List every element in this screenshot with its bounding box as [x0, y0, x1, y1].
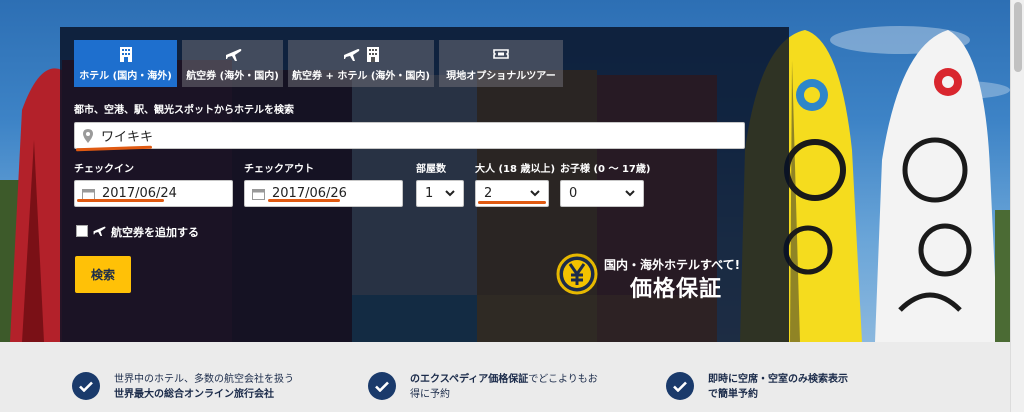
tab-hotel[interactable]: ホテル (国内・海外) — [74, 40, 177, 87]
checkmark-icon — [368, 372, 396, 400]
yen-badge-icon — [556, 253, 598, 295]
guarantee-title: 価格保証 — [630, 277, 723, 302]
feature-1-line2: 世界最大の総合オンライン旅行会社 — [114, 389, 274, 400]
chevron-down-icon — [530, 190, 540, 197]
rooms-label: 部屋数 — [416, 164, 446, 175]
destination-value: ワイキキ — [101, 130, 154, 145]
feature-2-line2: 得に予約 — [410, 389, 450, 400]
scrollbar-thumb[interactable] — [1014, 2, 1022, 72]
checkmark-icon — [72, 372, 100, 400]
adults-value: 2 — [484, 186, 493, 201]
annotation-underline — [478, 201, 546, 204]
tab-flight-label: 航空券 (海外・国内) — [186, 71, 279, 82]
plane-icon — [344, 49, 360, 61]
search-button[interactable]: 検索 — [75, 256, 131, 293]
chevron-down-icon — [625, 190, 635, 197]
tab-flight[interactable]: 航空券 (海外・国内) — [182, 40, 283, 87]
tab-flight-hotel-label: 航空券 + ホテル (海外・国内) — [292, 71, 430, 82]
calendar-icon — [252, 188, 265, 200]
ticket-icon — [493, 49, 509, 59]
checkin-date-field[interactable]: 2017/06/24 — [74, 180, 233, 207]
chevron-down-icon — [445, 190, 455, 197]
feature-item: 世界中のホテル、多数の航空会社を扱う 世界最大の総合オンライン旅行会社 — [72, 372, 294, 402]
page-scrollbar[interactable] — [1010, 0, 1024, 412]
tab-local-tours[interactable]: 現地オプショナルツアー — [439, 40, 563, 87]
children-value: 0 — [569, 186, 578, 201]
checkout-date-field[interactable]: 2017/06/26 — [244, 180, 403, 207]
tab-hotel-label: ホテル (国内・海外) — [79, 71, 172, 82]
feature-2-line1-bold: のエクスペディア価格保証 — [410, 374, 529, 385]
feature-item: のエクスペディア価格保証でどこよりもお 得に予約 — [368, 372, 598, 402]
adults-label: 大人 (18 歳以上) — [475, 164, 556, 175]
destination-input[interactable]: ワイキキ — [74, 122, 745, 149]
hotel-icon — [367, 47, 379, 62]
tab-local-tours-label: 現地オプショナルツアー — [446, 71, 556, 82]
annotation-underline — [77, 199, 164, 202]
tab-flight-hotel[interactable]: 航空券 + ホテル (海外・国内) — [288, 40, 434, 87]
feature-3-line1: 即時に空席・空室のみ検索表示 — [708, 374, 848, 385]
children-select[interactable]: 0 — [560, 180, 644, 207]
feature-1-line1: 世界中のホテル、多数の航空会社を扱う — [114, 374, 294, 385]
calendar-icon — [82, 188, 95, 200]
children-label: お子様 (0 ～ 17歳) — [560, 164, 651, 175]
checkout-label: チェックアウト — [244, 164, 314, 175]
feature-item: 即時に空席・空室のみ検索表示 で簡単予約 — [666, 372, 848, 402]
search-tabs: ホテル (国内・海外) 航空券 (海外・国内) 航空券 + ホテル (海外・国内… — [74, 40, 563, 87]
feature-2-line1-rest: でどこよりもお — [528, 374, 598, 385]
rooms-select[interactable]: 1 — [416, 180, 464, 207]
add-flight-checkbox[interactable] — [76, 225, 88, 237]
location-pin-icon — [83, 128, 93, 143]
destination-label: 都市、空港、駅、観光スポットからホテルを検索 — [74, 105, 294, 116]
hotel-icon — [119, 47, 132, 62]
plane-icon — [225, 49, 241, 61]
checkmark-icon — [666, 372, 694, 400]
checkin-label: チェックイン — [74, 164, 134, 175]
annotation-underline — [268, 199, 340, 202]
rooms-value: 1 — [425, 186, 434, 201]
plane-icon — [93, 226, 106, 236]
add-flight-label[interactable]: 航空券を追加する — [111, 224, 199, 240]
feature-3-line2: で簡単予約 — [708, 389, 758, 400]
